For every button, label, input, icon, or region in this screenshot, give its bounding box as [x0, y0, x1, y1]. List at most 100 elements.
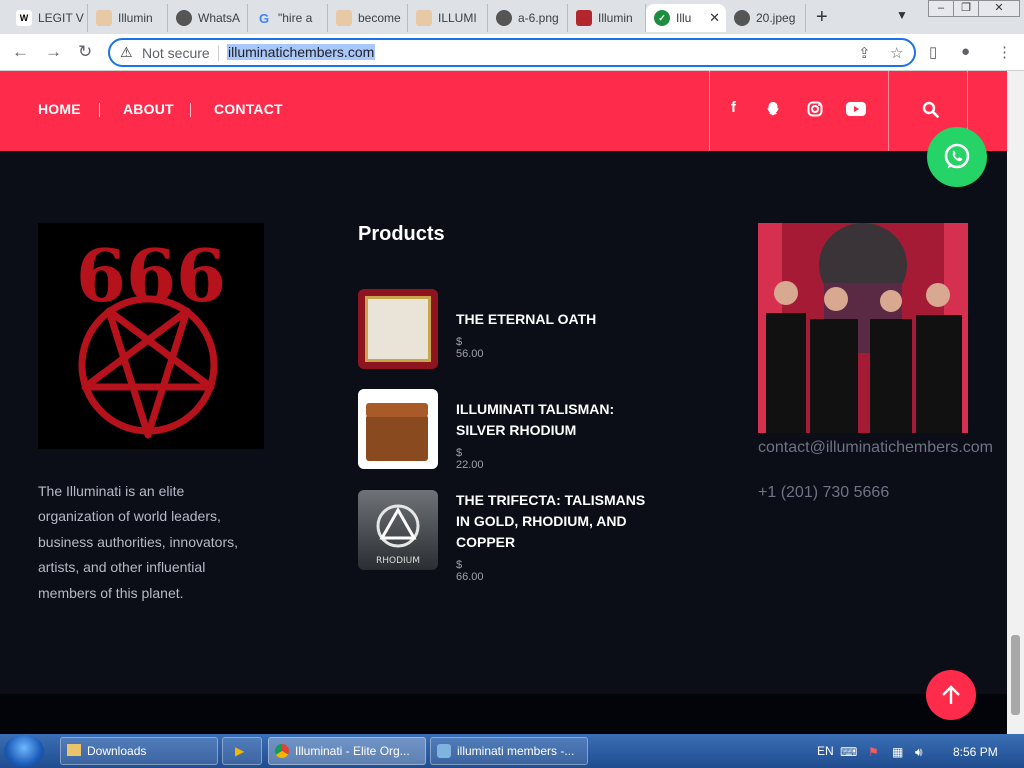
language-indicator[interactable]: EN [817, 744, 834, 758]
page-scrollbar[interactable] [1007, 71, 1024, 734]
check-icon: ✓ [654, 10, 670, 26]
products-heading: Products [358, 223, 445, 245]
product-name[interactable]: ILLUMINATI TALISMAN: SILVER RHODIUM [456, 399, 646, 441]
youtube-icon[interactable] [846, 102, 866, 116]
scrollbar-thumb[interactable] [1011, 635, 1020, 715]
svg-text:666: 666 [76, 233, 226, 318]
site-logo: 666 [38, 223, 264, 449]
nav-home[interactable]: HOME [38, 101, 81, 117]
keyboard-icon[interactable]: ⌨ [840, 745, 857, 759]
close-window-icon[interactable]: ✕ [978, 0, 1020, 17]
product-price: $ 22.00 [456, 447, 484, 471]
tab-1[interactable]: W LEGIT V [8, 4, 88, 32]
wix-icon: W [16, 10, 32, 26]
tab-8[interactable]: Illumin [568, 4, 646, 32]
pentagram-logo: 666 [76, 233, 226, 439]
forward-icon[interactable]: → [45, 42, 62, 62]
whatsapp-icon [944, 143, 970, 169]
svg-text:RHODIUM: RHODIUM [376, 556, 420, 566]
taskbar-paint[interactable]: illuminati members -... [430, 737, 588, 765]
facebook-icon[interactable]: f [731, 99, 736, 116]
side-panel-icon[interactable]: ▯ [929, 43, 937, 61]
nav-divider [190, 103, 191, 117]
tab-10[interactable]: 20.jpeg [726, 4, 806, 32]
arrow-up-icon [942, 685, 960, 704]
start-button[interactable] [4, 735, 44, 767]
taskbar-chrome-1[interactable]: Illuminati - Elite Org... [268, 737, 426, 765]
tab-4[interactable]: G "hire a [248, 4, 328, 32]
instagram-icon[interactable] [807, 101, 823, 117]
chrome-icon [275, 744, 289, 758]
tab-3[interactable]: WhatsA [168, 4, 248, 32]
site-icon [96, 10, 112, 26]
menu-icon[interactable]: ⋮ [997, 43, 1012, 61]
warning-icon: ⚠ [120, 44, 133, 60]
share-icon[interactable]: ⇪ [858, 44, 871, 62]
contact-phone[interactable]: +1 (201) 730 5666 [758, 484, 889, 502]
product-image[interactable] [358, 289, 438, 369]
reload-icon[interactable]: ↻ [78, 42, 92, 62]
box-lid [366, 403, 428, 417]
nav-divider [888, 71, 889, 151]
action-center-icon[interactable]: ⚑ [868, 745, 879, 759]
search-icon[interactable] [922, 101, 939, 118]
site-icon [336, 10, 352, 26]
contact-email[interactable]: contact@illuminatichembers.com [758, 439, 993, 457]
address-bar[interactable]: ⚠ Not secure illuminatichembers.com ⇪ ☆ [108, 38, 916, 67]
tab-6[interactable]: ILLUMI [408, 4, 488, 32]
minimize-icon[interactable]: ‒ [928, 0, 954, 17]
snapchat-icon[interactable] [765, 101, 781, 117]
group-photo-image [758, 223, 968, 433]
profile-icon[interactable]: ● [961, 43, 970, 60]
tab-2[interactable]: Illumin [88, 4, 168, 32]
site-icon [576, 10, 592, 26]
whatsapp-button[interactable] [927, 127, 987, 187]
about-text: The Illuminati is an elite organization … [38, 483, 238, 601]
nav-contact[interactable]: CONTACT [214, 101, 283, 117]
site-nav: HOME ABOUT CONTACT f [0, 71, 1007, 151]
back-to-top-button[interactable] [926, 670, 976, 720]
product-price: $ 56.00 [456, 336, 484, 360]
web-page: HOME ABOUT CONTACT f 666 The Illuminati … [0, 71, 1007, 734]
windows-taskbar: Downloads ▶ Illuminati - Elite Org... il… [0, 734, 1024, 768]
tab-7[interactable]: a-6.png [488, 4, 568, 32]
product-price: $ 66.00 [456, 559, 484, 583]
wooden-box-image [366, 415, 428, 461]
globe-icon [734, 10, 750, 26]
security-label: Not secure [142, 45, 210, 61]
members-photo [758, 223, 968, 433]
tab-5[interactable]: become [328, 4, 408, 32]
volume-icon[interactable]: 🔊︎ [915, 745, 923, 760]
nav-divider [99, 103, 100, 117]
star-icon[interactable]: ☆ [890, 44, 903, 62]
browser-tab-bar: W LEGIT V Illumin WhatsA G "hire a become … [0, 0, 1024, 34]
nav-about[interactable]: ABOUT [123, 101, 174, 117]
divider [218, 45, 219, 61]
nav-divider [709, 71, 710, 151]
url-text[interactable]: illuminatichembers.com [227, 44, 376, 60]
google-icon: G [258, 10, 270, 26]
site-icon [416, 10, 432, 26]
chevron-down-icon[interactable]: ▼ [896, 8, 908, 22]
taskbar-media[interactable]: ▶ [222, 737, 262, 765]
footer-bar [0, 694, 1007, 734]
folder-icon [67, 744, 81, 756]
clock[interactable]: 8:56 PM [953, 745, 998, 759]
media-player-icon: ▶ [235, 744, 245, 758]
close-tab-icon[interactable]: ✕ [709, 10, 720, 26]
product-image[interactable]: RHODIUM [358, 490, 438, 570]
taskbar-downloads[interactable]: Downloads [60, 737, 218, 765]
back-icon[interactable]: ← [12, 42, 29, 62]
restore-icon[interactable]: ❐ [953, 0, 979, 17]
product-image[interactable] [358, 389, 438, 469]
new-tab-icon[interactable]: + [816, 6, 828, 29]
product-name[interactable]: THE ETERNAL OATH [456, 309, 646, 330]
globe-icon [176, 10, 192, 26]
triangle-pendant-image: RHODIUM [376, 504, 420, 566]
paint-icon [437, 744, 451, 758]
globe-icon [496, 10, 512, 26]
network-icon[interactable]: ▦ [892, 745, 903, 759]
tab-active[interactable]: ✓ Illu ✕ [646, 4, 726, 32]
browser-toolbar: ← → ↻ ⚠ Not secure illuminatichembers.co… [0, 34, 1024, 71]
product-name[interactable]: THE TRIFECTA: TALISMANS IN GOLD, RHODIUM… [456, 490, 646, 553]
